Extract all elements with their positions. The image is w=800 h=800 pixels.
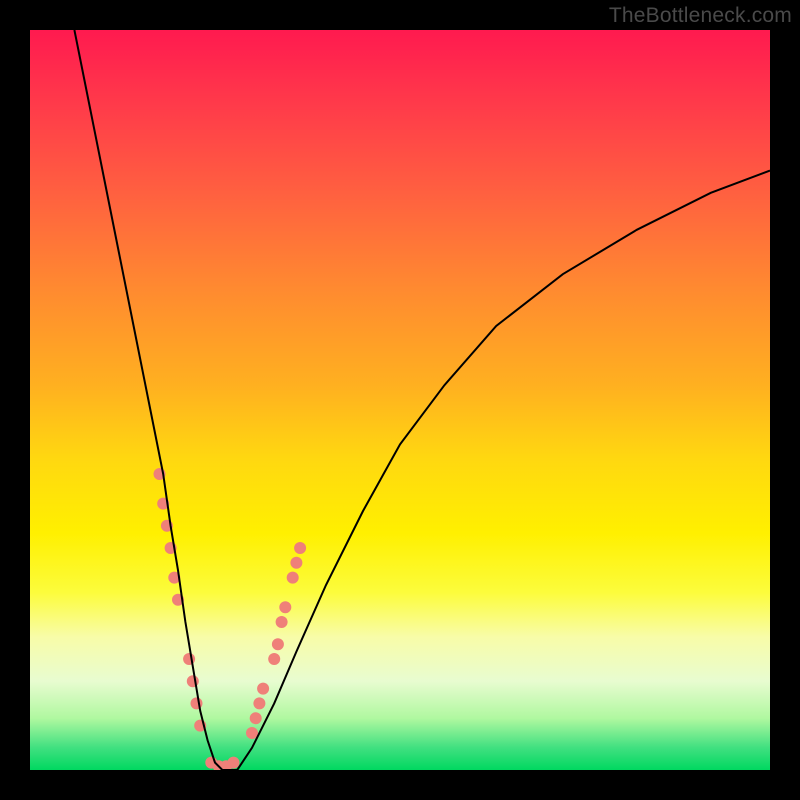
data-dot <box>187 675 199 687</box>
data-dot <box>287 572 299 584</box>
curve-svg <box>30 30 770 770</box>
chart-frame: TheBottleneck.com <box>0 0 800 800</box>
data-dot <box>250 712 262 724</box>
plot-area <box>30 30 770 770</box>
data-dot <box>191 697 203 709</box>
data-dot <box>257 683 269 695</box>
watermark-text: TheBottleneck.com <box>609 4 792 28</box>
data-dot <box>183 653 195 665</box>
data-dot <box>228 757 240 769</box>
data-dots <box>154 468 307 770</box>
data-dot <box>290 557 302 569</box>
data-dot <box>276 616 288 628</box>
data-dot <box>253 697 265 709</box>
data-dot <box>294 542 306 554</box>
bottleneck-curve <box>74 30 770 770</box>
data-dot <box>268 653 280 665</box>
data-dot <box>279 601 291 613</box>
data-dot <box>272 638 284 650</box>
